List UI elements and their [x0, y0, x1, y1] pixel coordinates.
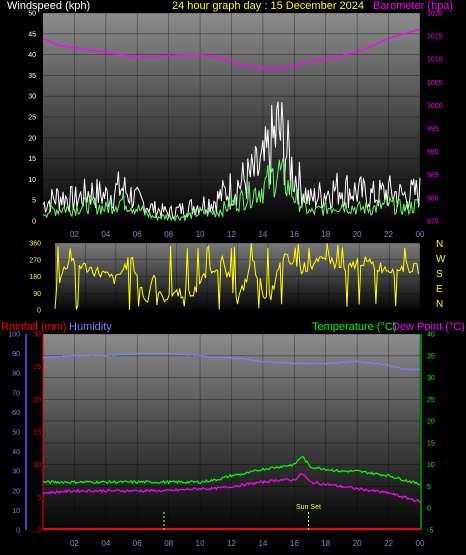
- barometer-tick-label: 985: [427, 172, 439, 179]
- wind-tick-label: 15: [28, 156, 36, 163]
- direction-tick-label: 90: [33, 291, 41, 298]
- wind-tick-label: 10: [28, 177, 36, 184]
- rainfall-tick-label: 30: [33, 332, 41, 339]
- x-tick-label: 08: [164, 230, 173, 239]
- compass-label: S: [436, 269, 443, 280]
- x-tick-label: 16: [290, 230, 299, 239]
- humidity-tick-label: 80: [12, 371, 20, 378]
- wind-tick-label: 35: [28, 73, 36, 80]
- x-tick-label: 00: [416, 230, 425, 239]
- x-tick-label: 22: [384, 539, 393, 548]
- compass-label: N: [436, 299, 443, 310]
- x-tick-label: 16: [290, 539, 299, 548]
- rainfall-tick-label: 10: [33, 462, 41, 469]
- x-tick-label: 04: [101, 230, 110, 239]
- temperature-tick-label: 20: [427, 419, 435, 426]
- temperature-tick-label: 15: [427, 440, 435, 447]
- x-tick-label: 10: [196, 230, 205, 239]
- barometer-tick-label: 1015: [427, 34, 443, 41]
- direction-tick-label: 180: [29, 274, 41, 281]
- humidity-tick-label: 10: [12, 508, 20, 515]
- temperature-tick-label: 30: [427, 375, 435, 382]
- barometer-tick-label: 1005: [427, 80, 443, 87]
- x-tick-label: 12: [227, 539, 236, 548]
- humidity-tick-label: 90: [12, 351, 20, 358]
- temperature-tick-label: 25: [427, 397, 435, 404]
- direction-tick-label: 0: [37, 308, 41, 315]
- wind-tick-label: 45: [28, 31, 36, 38]
- x-tick-label: 14: [258, 230, 267, 239]
- x-tick-label: 22: [384, 230, 393, 239]
- sunset-annotation: Sun Set: [296, 504, 321, 511]
- barometer-tick-label: 990: [427, 149, 439, 156]
- humidity-tick-label: 20: [12, 488, 20, 495]
- wind-tick-label: 0: [32, 219, 36, 226]
- humidity-tick-label: 0: [16, 528, 20, 535]
- wind-tick-label: 50: [28, 11, 36, 18]
- rainfall-tick-label: 25: [33, 364, 41, 371]
- x-tick-label: 00: [416, 539, 425, 548]
- x-tick-label: 02: [70, 539, 79, 548]
- barometer-tick-label: 1000: [427, 103, 443, 110]
- x-tick-label: 20: [353, 539, 362, 548]
- wind-tick-label: 30: [28, 94, 36, 101]
- humidity-tick-label: 60: [12, 410, 20, 417]
- weather-charts: 0510152025303540455097598098599099510001…: [8, 11, 446, 549]
- x-tick-label: 10: [196, 539, 205, 548]
- x-tick-label: 02: [70, 230, 79, 239]
- x-tick-label: 14: [258, 539, 267, 548]
- x-tick-label: 08: [164, 539, 173, 548]
- humidity-tick-label: 50: [12, 430, 20, 437]
- rainfall-tick-label: 15: [33, 430, 41, 437]
- compass-label: N: [436, 239, 443, 250]
- barometer-tick-label: 1010: [427, 57, 443, 64]
- barometer-tick-label: 995: [427, 126, 439, 133]
- rainfall-tick-label: 5: [37, 495, 41, 502]
- wind-tick-label: 25: [28, 115, 36, 122]
- wind-tick-label: 20: [28, 135, 36, 142]
- rainfall-tick-label: 20: [33, 397, 41, 404]
- temperature-tick-label: 0: [427, 506, 431, 513]
- rainfall-tick-label: 0: [37, 528, 41, 535]
- temperature-tick-label: 40: [427, 332, 435, 339]
- temperature-tick-label: 10: [427, 462, 435, 469]
- humidity-tick-label: 30: [12, 469, 20, 476]
- barometer-tick-label: 1020: [427, 11, 443, 18]
- humidity-tick-label: 40: [12, 449, 20, 456]
- compass-label: E: [436, 284, 443, 295]
- temperature-tick-label: 35: [427, 353, 435, 360]
- x-tick-label: 06: [133, 230, 142, 239]
- x-tick-label: 18: [321, 230, 330, 239]
- temperature-tick-label: -5: [427, 528, 433, 535]
- wind-tick-label: 5: [32, 198, 36, 205]
- x-tick-label: 06: [133, 539, 142, 548]
- direction-tick-label: 360: [29, 241, 41, 248]
- wind-tick-label: 40: [28, 52, 36, 59]
- humidity-tick-label: 100: [8, 332, 20, 339]
- barometer-tick-label: 980: [427, 195, 439, 202]
- humidity-tick-label: 70: [12, 390, 20, 397]
- x-tick-label: 20: [353, 230, 362, 239]
- temperature-tick-label: 5: [427, 484, 431, 491]
- direction-tick-label: 270: [29, 257, 41, 264]
- compass-label: W: [436, 254, 446, 265]
- barometer-tick-label: 975: [427, 219, 439, 226]
- x-tick-label: 18: [321, 539, 330, 548]
- x-tick-label: 12: [227, 230, 236, 239]
- x-tick-label: 04: [101, 539, 110, 548]
